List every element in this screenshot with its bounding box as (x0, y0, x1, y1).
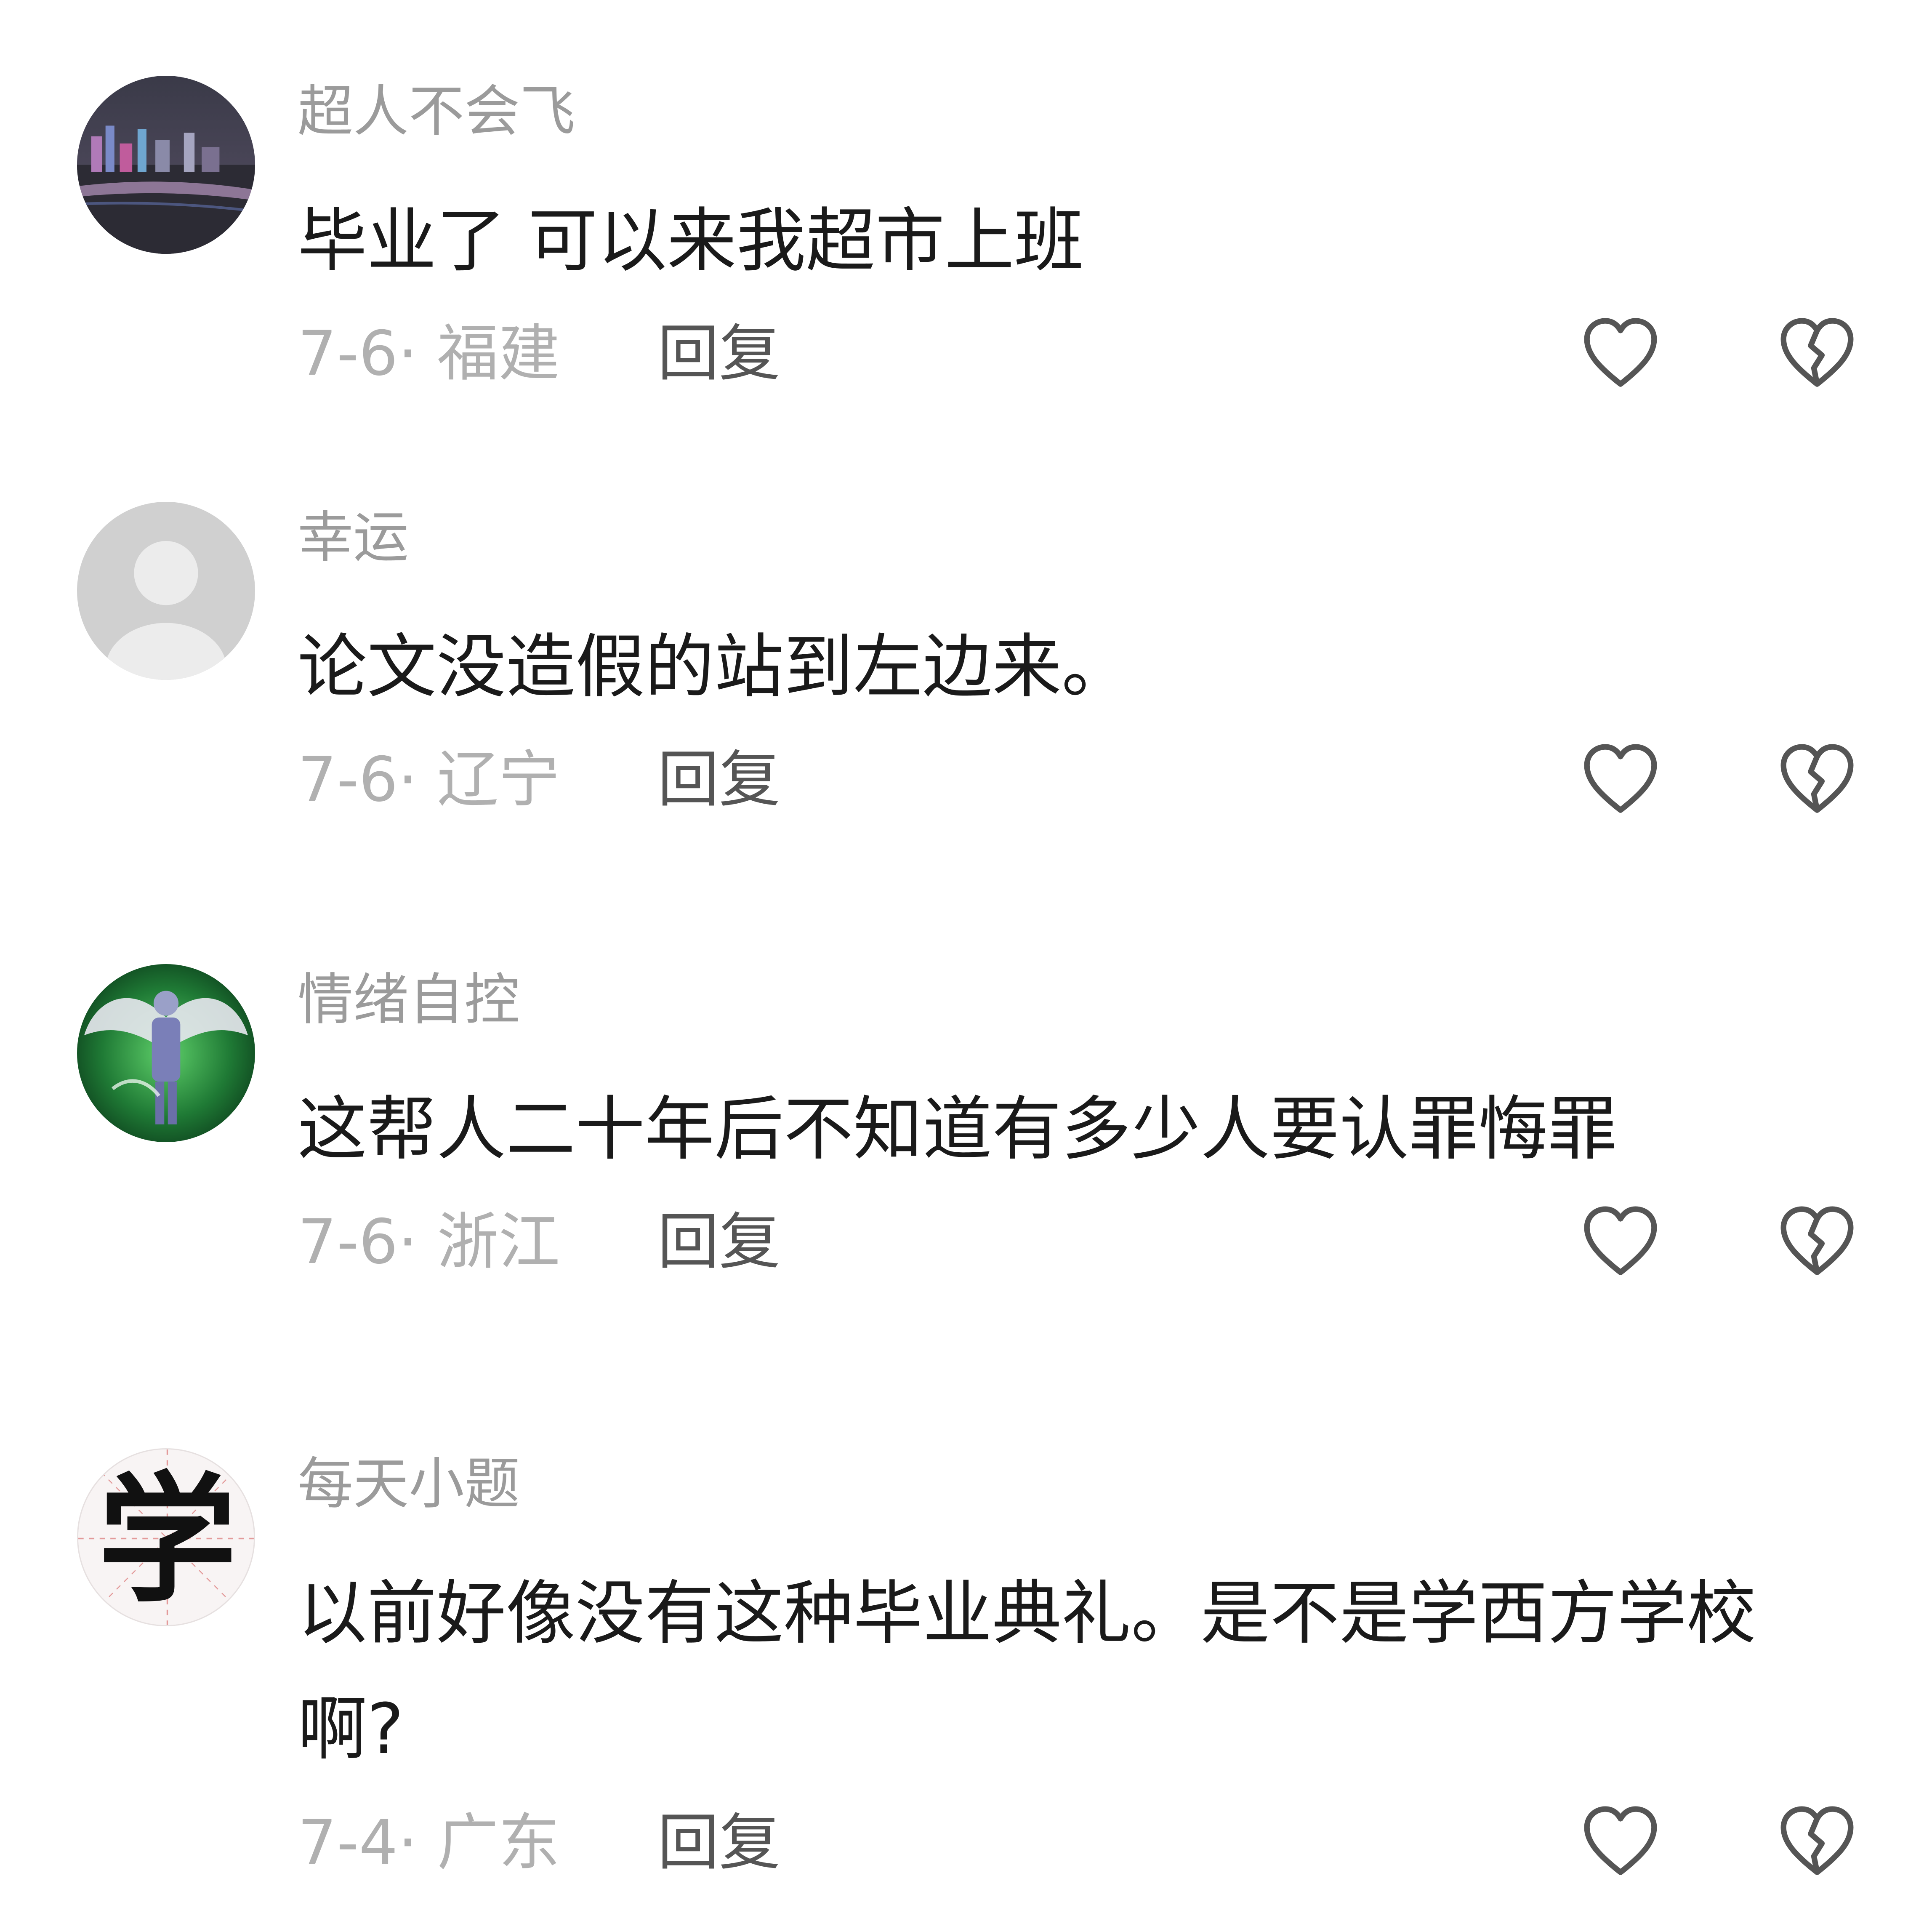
winged-figure-avatar-icon (77, 964, 255, 1142)
heart-outline-icon (1584, 744, 1657, 813)
broken-heart-icon (1780, 1206, 1854, 1275)
dislike-button[interactable] (1777, 1802, 1857, 1882)
comment-text: 论文没造假的站到左边来。 (298, 626, 1131, 707)
avatar[interactable] (77, 76, 255, 254)
date-location: 7-4· 广东 (298, 1807, 560, 1878)
default-user-avatar-icon (77, 502, 255, 680)
broken-heart-icon (1780, 318, 1854, 387)
like-button[interactable] (1581, 314, 1661, 394)
xue-character-avatar-icon: 学 (78, 1449, 254, 1625)
date-location: 7-6· 浙江 (298, 1206, 560, 1278)
like-button[interactable] (1581, 740, 1661, 820)
comment-text: 毕业了 可以来我超市上班 (298, 200, 1084, 281)
comment-text: 以前好像没有这种毕业典礼。是不是学西方学校啊? (298, 1573, 1756, 1769)
broken-heart-icon (1780, 1806, 1854, 1875)
heart-outline-icon (1584, 1806, 1657, 1875)
avatar[interactable] (77, 964, 255, 1142)
like-button[interactable] (1581, 1202, 1661, 1282)
avatar[interactable]: 学 (77, 1448, 255, 1626)
broken-heart-icon (1780, 744, 1854, 813)
dislike-button[interactable] (1777, 740, 1857, 820)
comment-meta: 7-6· 辽宁 回复 (298, 744, 780, 815)
reply-button[interactable]: 回复 (657, 318, 780, 389)
username[interactable]: 情绪自控 (298, 968, 520, 1031)
avatar-character: 学 (98, 1458, 237, 1621)
like-button[interactable] (1581, 1802, 1661, 1882)
comment-text: 这帮人二十年后不知道有多少人要认罪悔罪 (298, 1089, 1617, 1170)
date-location: 7-6· 福建 (298, 318, 560, 389)
username[interactable]: 每天小题 (298, 1452, 520, 1516)
dislike-button[interactable] (1777, 1202, 1857, 1282)
date-location: 7-6· 辽宁 (298, 744, 560, 815)
heart-outline-icon (1584, 1206, 1657, 1275)
city-night-avatar-icon (77, 76, 255, 254)
comment-meta: 7-4· 广东 回复 (298, 1807, 780, 1878)
reply-button[interactable]: 回复 (657, 1206, 780, 1278)
heart-outline-icon (1584, 318, 1657, 387)
reply-button[interactable]: 回复 (657, 1807, 780, 1878)
avatar[interactable] (77, 502, 255, 680)
comment-meta: 7-6· 福建 回复 (298, 318, 780, 389)
reply-button[interactable]: 回复 (657, 744, 780, 815)
dislike-button[interactable] (1777, 314, 1857, 394)
comment-meta: 7-6· 浙江 回复 (298, 1206, 780, 1278)
username[interactable]: 超人不会飞 (298, 80, 575, 143)
comment-list: 超人不会飞 毕业了 可以来我超市上班 7-6· 福建 回复 幸运 论文没造假的站… (0, 0, 1932, 1929)
username[interactable]: 幸运 (298, 506, 409, 569)
